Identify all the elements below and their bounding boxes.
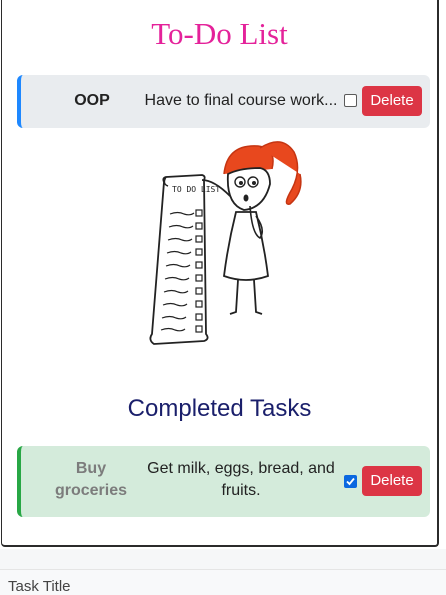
task-title: Buy groceries xyxy=(54,460,128,499)
add-task-form: Task Title xyxy=(0,549,446,595)
task-title-label: Task Title xyxy=(8,578,71,595)
delete-button[interactable]: Delete xyxy=(362,466,422,496)
form-divider xyxy=(0,549,446,570)
delete-button[interactable]: Delete xyxy=(362,86,422,116)
todo-list-girl-illustration: TO DO LIST xyxy=(149,141,302,345)
task-description: Have to final course work... xyxy=(144,92,338,109)
checkmark-icon xyxy=(346,477,355,486)
task-item-completed: Buy groceries Get milk, eggs, bread, and… xyxy=(17,446,430,517)
note-text: TO DO LIST xyxy=(172,185,220,194)
task-item-active: OOP Have to final course work... Delete xyxy=(17,75,430,128)
page-title: To-Do List xyxy=(151,16,288,51)
todo-card: To-Do List OOP Have to final course work… xyxy=(1,0,439,547)
page: To-Do List OOP Have to final course work… xyxy=(0,0,446,595)
task-complete-checkbox[interactable] xyxy=(344,475,357,488)
task-description: Get milk, eggs, bread, and fruits. xyxy=(147,460,335,499)
completed-tasks-heading: Completed Tasks xyxy=(127,395,312,422)
task-complete-checkbox[interactable] xyxy=(344,94,357,107)
task-title: OOP xyxy=(74,92,110,109)
